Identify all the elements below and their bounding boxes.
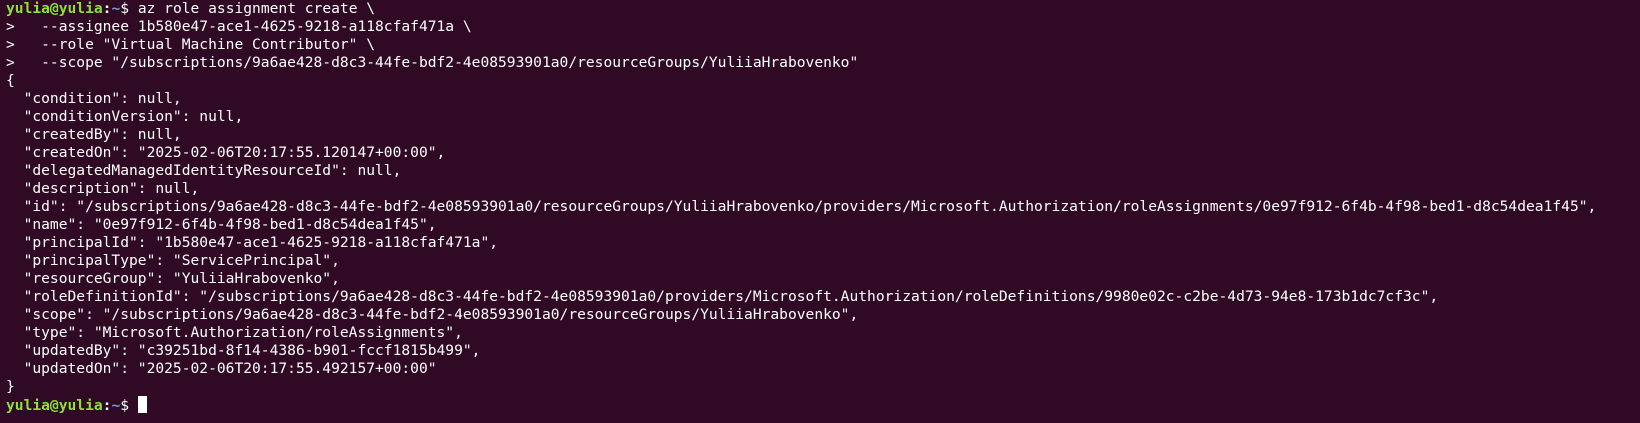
prompt-user-host: yulia@yulia — [6, 0, 103, 17]
prompt-symbol: $ — [120, 397, 138, 414]
text-cursor[interactable] — [137, 396, 147, 413]
output-line: "scope": "/subscriptions/9a6ae428-d8c3-4… — [6, 306, 859, 323]
output-line: "createdOn": "2025-02-06T20:17:55.120147… — [6, 144, 446, 161]
output-line: "principalType": "ServicePrincipal", — [6, 252, 340, 269]
output-line: "condition": null, — [6, 90, 182, 107]
output-line: "updatedOn": "2025-02-06T20:17:55.492157… — [6, 360, 437, 377]
prompt-line: yulia@yulia:~$ az role assignment create… — [6, 0, 1640, 18]
output-line: "createdBy": null, — [6, 126, 182, 143]
output-line: "resourceGroup": "YuliiaHrabovenko", — [6, 270, 340, 287]
output-line: "principalId": "1b580e47-ace1-4625-9218-… — [6, 234, 499, 251]
output-line: { — [6, 72, 15, 89]
command-continuation-line: > --scope "/subscriptions/9a6ae428-d8c3-… — [6, 54, 859, 71]
output-line: } — [6, 378, 15, 395]
command-text: az role assignment create \ — [137, 0, 376, 17]
output-line: "type": "Microsoft.Authorization/roleAss… — [6, 324, 463, 341]
output-line: "id": "/subscriptions/9a6ae428-d8c3-44fe… — [6, 198, 1597, 215]
output-line: "updatedBy": "c39251bd-8f14-4386-b901-fc… — [6, 342, 481, 359]
prompt-symbol: $ — [120, 0, 138, 17]
output-line: "roleDefinitionId": "/subscriptions/9a6a… — [6, 288, 1439, 305]
terminal-window[interactable]: yulia@yulia:~$ az role assignment create… — [0, 0, 1640, 423]
prompt-cwd: ~ — [111, 397, 121, 414]
output-line: "name": "0e97f912-6f4b-4f98-bed1-d8c54de… — [6, 216, 437, 233]
command-continuation-line: > --role "Virtual Machine Contributor" \ — [6, 36, 376, 53]
output-line: "conditionVersion": null, — [6, 108, 244, 125]
prompt-line-active[interactable]: yulia@yulia:~$ — [6, 396, 1640, 414]
output-line: "delegatedManagedIdentityResourceId": nu… — [6, 162, 402, 179]
prompt-user-host: yulia@yulia — [6, 397, 103, 414]
prompt-cwd: ~ — [111, 0, 121, 17]
command-continuation-line: > --assignee 1b580e47-ace1-4625-9218-a11… — [6, 18, 472, 35]
output-line: "description": null, — [6, 180, 200, 197]
